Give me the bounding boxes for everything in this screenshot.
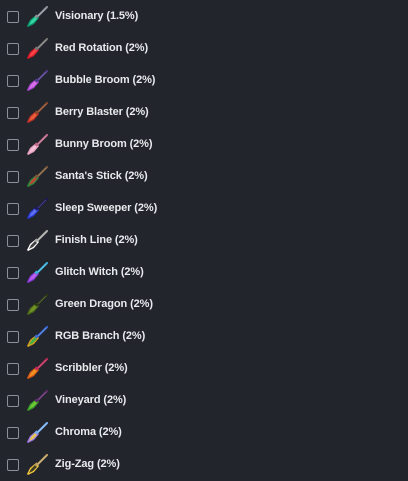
item-checkbox[interactable] [7,427,19,439]
list-item: Berry Blaster (2%) [0,97,408,129]
item-checkbox[interactable] [7,43,19,55]
item-checkbox[interactable] [7,459,19,471]
item-checkbox[interactable] [7,235,19,247]
item-label: Scribbler (2%) [55,362,128,374]
item-checkbox[interactable] [7,139,19,151]
item-checkbox[interactable] [7,171,19,183]
list-item: Santa's Stick (2%) [0,161,408,193]
broom-icon [25,37,49,61]
broom-list: Visionary (1.5%) Red Rotation (2%) Bubble … [0,1,408,481]
item-checkbox[interactable] [7,75,19,87]
broom-icon [25,325,49,349]
item-label: Chroma (2%) [55,426,122,438]
item-checkbox[interactable] [7,299,19,311]
list-item: Sleep Sweeper (2%) [0,193,408,225]
list-item: Bunny Broom (2%) [0,129,408,161]
list-item: Finish Line (2%) [0,225,408,257]
broom-icon [25,69,49,93]
list-item: RGB Branch (2%) [0,321,408,353]
list-item: Visionary (1.5%) [0,1,408,33]
item-checkbox[interactable] [7,11,19,23]
broom-icon [25,229,49,253]
item-label: Zig-Zag (2%) [55,458,120,470]
broom-icon [25,453,49,477]
item-checkbox[interactable] [7,203,19,215]
item-label: RGB Branch (2%) [55,330,146,342]
broom-icon [25,5,49,29]
list-item: Vineyard (2%) [0,385,408,417]
item-label: Bunny Broom (2%) [55,138,153,150]
item-label: Visionary (1.5%) [55,10,139,22]
item-checkbox[interactable] [7,107,19,119]
list-item: Zig-Zag (2%) [0,449,408,481]
item-label: Berry Blaster (2%) [55,106,149,118]
broom-icon [25,165,49,189]
broom-icon [25,357,49,381]
item-checkbox[interactable] [7,331,19,343]
list-item: Chroma (2%) [0,417,408,449]
broom-icon [25,101,49,125]
item-checkbox[interactable] [7,267,19,279]
list-item: Scribbler (2%) [0,353,408,385]
item-label: Santa's Stick (2%) [55,170,148,182]
item-label: Finish Line (2%) [55,234,138,246]
list-item: Bubble Broom (2%) [0,65,408,97]
broom-icon [25,293,49,317]
item-label: Glitch Witch (2%) [55,266,144,278]
item-checkbox[interactable] [7,395,19,407]
broom-icon [25,261,49,285]
broom-icon [25,133,49,157]
item-label: Vineyard (2%) [55,394,127,406]
broom-icon [25,197,49,221]
broom-icon [25,421,49,445]
list-item: Glitch Witch (2%) [0,257,408,289]
item-label: Red Rotation (2%) [55,42,149,54]
item-label: Green Dragon (2%) [55,298,153,310]
list-item: Red Rotation (2%) [0,33,408,65]
item-label: Sleep Sweeper (2%) [55,202,158,214]
list-item: Green Dragon (2%) [0,289,408,321]
item-label: Bubble Broom (2%) [55,74,156,86]
broom-icon [25,389,49,413]
item-checkbox[interactable] [7,363,19,375]
